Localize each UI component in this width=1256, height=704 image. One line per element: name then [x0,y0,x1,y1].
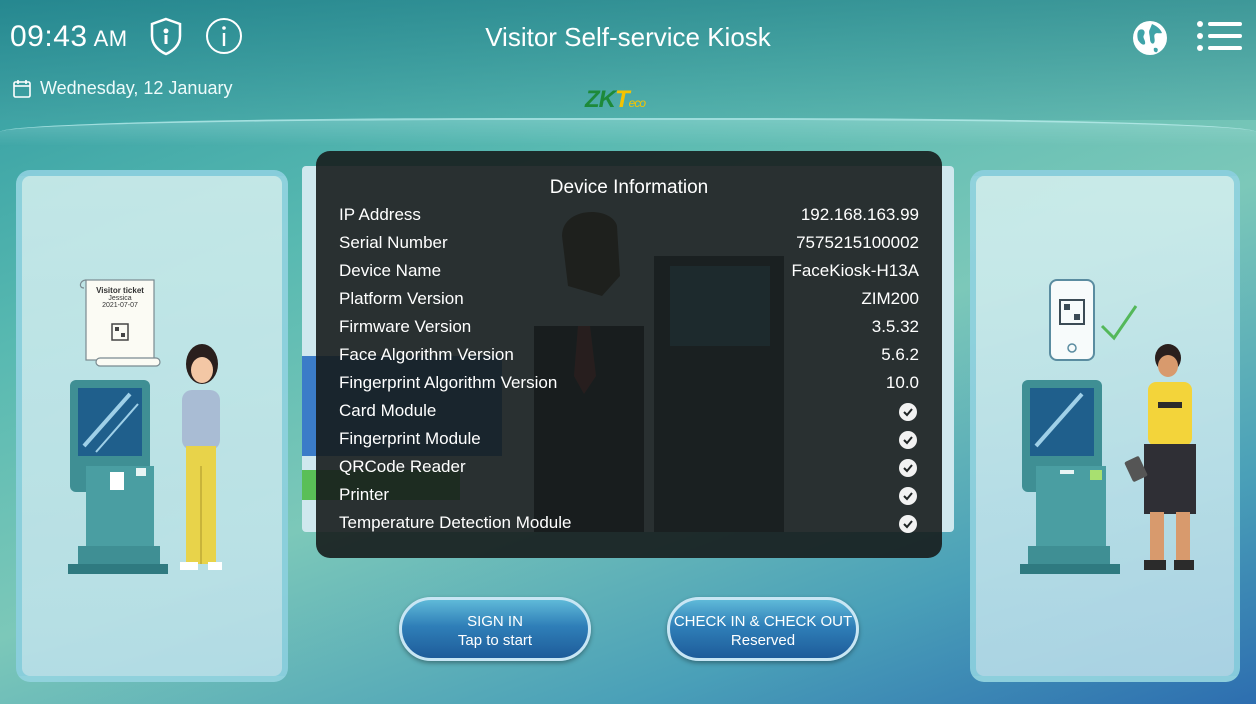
ticket-name: Jessica [108,295,132,302]
device-info-row: Face Algorithm Version 5.6.2 [339,345,919,373]
device-info-label: Firmware Version [339,317,472,336]
device-info-value: ZIM200 [861,289,919,308]
dialog-title: Device Information [549,177,709,198]
check-icon [899,459,917,477]
check-in-out-label: CHECK IN & CHECK OUT [673,613,853,630]
device-info-value: 5.6.2 [881,345,919,364]
device-info-row: Platform Version ZIM200 [339,289,919,317]
device-info-label: Device Name [339,261,442,280]
left-illustration-panel[interactable]: Visitor ticket Jessica 2021-07-07 [16,170,288,682]
device-info-value: 7575215100002 [796,233,919,252]
visitor-ticket-illustration [68,279,222,574]
device-info-row: Card Module [339,401,919,429]
calendar-icon [13,79,31,98]
logo-accent: T [615,86,630,113]
device-info-value: 192.168.163.99 [800,205,919,224]
ticket-title: Visitor ticket [96,286,144,295]
device-info-row: Fingerprint Module [339,429,919,457]
device-info-value: FaceKiosk-H13A [791,261,919,280]
sign-in-label: SIGN IN [467,613,523,630]
device-info-label: Platform Version [339,289,464,308]
logo-small: eco [628,96,646,110]
logo-main: ZK [585,86,616,113]
device-info-label: Face Algorithm Version [339,345,514,364]
date-display: Wednesday, 12 January [12,78,232,99]
right-illustration-panel[interactable] [970,170,1240,682]
device-info-label: Printer [339,485,390,504]
device-info-row: Firmware Version 3.5.32 [339,317,919,345]
device-info-value: 3.5.32 [871,317,919,336]
device-info-dialog[interactable]: Device Information IP Address 192.168.163… [316,151,942,558]
check-icon [899,515,917,533]
device-info-row: Device Name FaceKiosk-H13A [339,261,919,289]
device-info-label: Serial Number [339,233,448,252]
sign-in-button[interactable]: SIGN IN Tap to start [399,597,591,661]
device-info-label: Fingerprint Module [339,429,481,448]
check-in-out-button[interactable]: CHECK IN & CHECK OUT Reserved [667,597,859,661]
menu-icon[interactable] [1196,16,1244,56]
device-info-label: Temperature Detection Module [339,513,572,532]
device-info-row: IP Address 192.168.163.99 [339,205,919,233]
check-in-out-sublabel: Reserved [730,632,796,649]
brand-logo: ZKTeco [585,86,646,114]
ticket-date: 2021-07-07 [102,302,138,309]
check-icon [899,431,917,449]
device-info-label: QRCode Reader [339,457,466,476]
device-info-row: Fingerprint Algorithm Version 10.0 [339,373,919,401]
device-info-label: Card Module [339,401,437,420]
device-info-row: QRCode Reader [339,457,919,485]
device-info-value: 10.0 [885,373,919,392]
globe-icon[interactable] [1130,18,1170,58]
sign-in-sublabel: Tap to start [457,632,533,649]
date-text: Wednesday, 12 January [40,78,233,98]
check-icon [899,487,917,505]
page-title: Visitor Self-service Kiosk [485,22,771,52]
qr-checkin-illustration [1020,279,1196,574]
device-info-row: Serial Number 7575215100002 [339,233,919,261]
kiosk-screen: 09:43 AM Wednesday, 12 January Visitor Se… [0,0,1256,704]
device-info-row: Temperature Detection Module [339,513,919,541]
device-info-label: IP Address [339,205,421,224]
device-info-label: Fingerprint Algorithm Version [339,373,558,392]
header-divider [0,118,1256,146]
check-icon [899,403,917,421]
device-info-row: Printer [339,485,919,513]
